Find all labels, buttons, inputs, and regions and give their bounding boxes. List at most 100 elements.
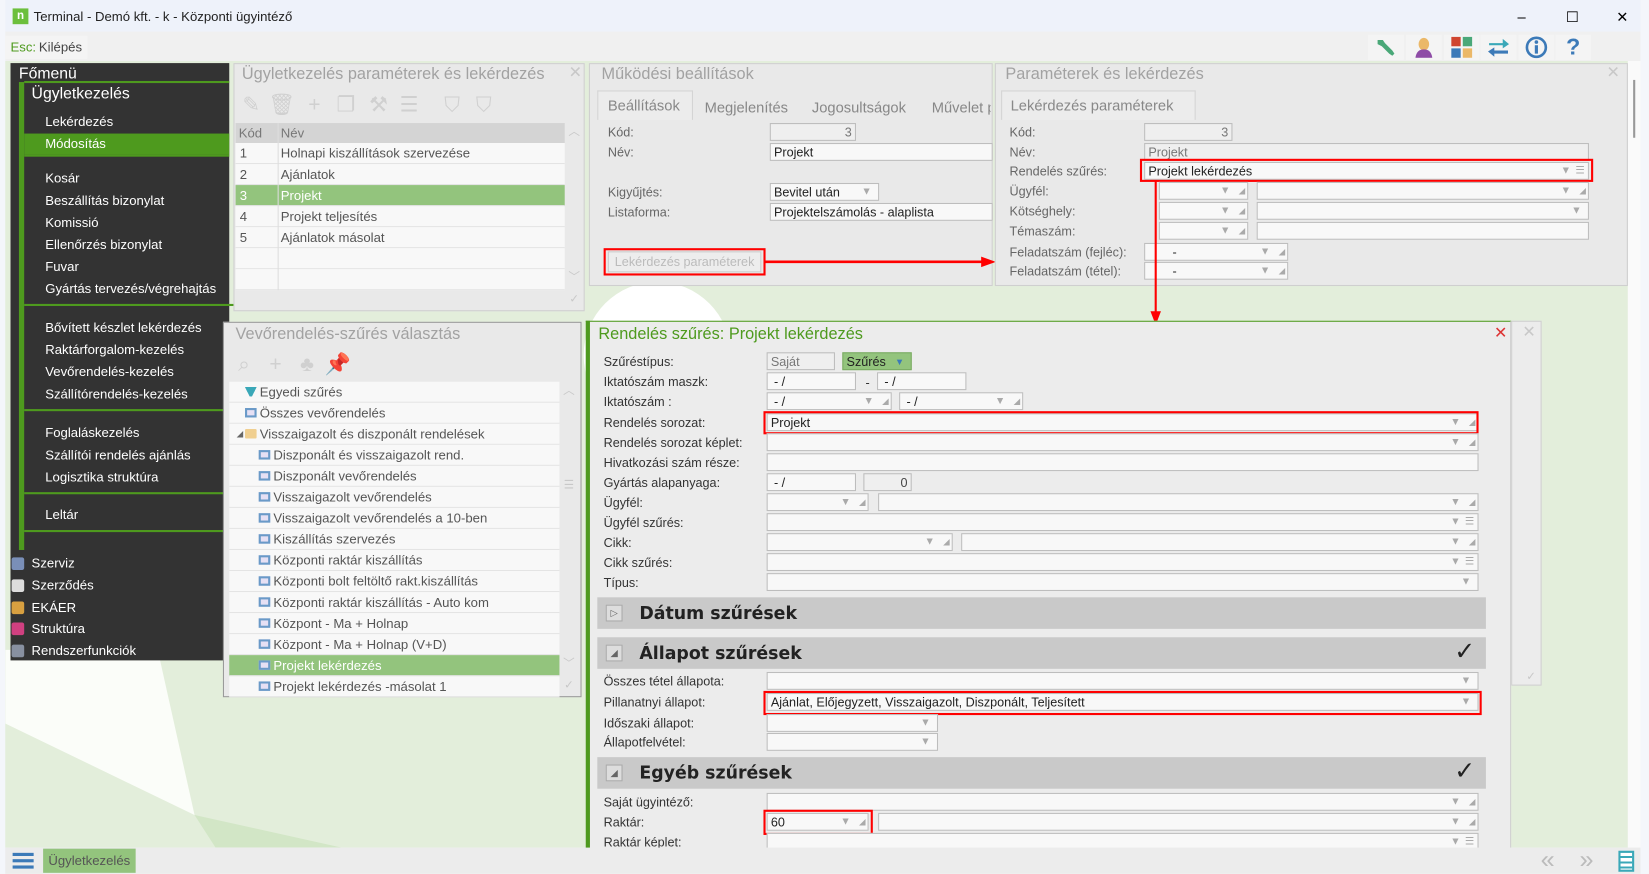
menu-item[interactable]: Szerviz — [32, 557, 75, 570]
tree-icon[interactable]: ♣ — [300, 354, 314, 375]
open-module-tab[interactable]: Ügyletkezelés — [43, 848, 136, 873]
list-icon[interactable]: ☰ — [1465, 514, 1474, 530]
dropdown-arrow-icon[interactable]: ▼ — [1450, 434, 1460, 450]
tab-permissions[interactable]: Jogosultságok — [812, 100, 906, 115]
expand-icon[interactable]: ▷ — [605, 604, 623, 622]
tab-display[interactable]: Megjelenítés — [705, 100, 788, 115]
section-date-filters[interactable]: ▷ Dátum szűrések — [597, 597, 1486, 629]
dropdown-arrow-icon[interactable]: ▼ — [920, 734, 930, 750]
maximize-button[interactable]: ☐ — [1566, 9, 1579, 24]
wrench-icon[interactable] — [1368, 34, 1404, 60]
table-row[interactable]: 5 Ajánlatok másolat — [235, 227, 565, 249]
reference-field[interactable] — [766, 453, 1479, 472]
menu-item[interactable]: Foglaláskezelés — [45, 426, 139, 439]
list-icon[interactable]: ☰ — [564, 480, 574, 492]
tree-item[interactable]: Egyedi szűrés — [229, 381, 560, 403]
list-form-field[interactable]: Projektelszámolás - alaplista — [769, 202, 993, 221]
query-params-button[interactable]: Lekérdezés paraméterek — [607, 251, 762, 273]
tree-item[interactable]: Központ - Ma + Holnap — [229, 613, 560, 635]
add-icon[interactable]: + — [308, 95, 320, 116]
dropdown-arrow-icon[interactable]: ▼ — [1561, 183, 1571, 199]
dropdown-arrow-icon[interactable]: ▼ — [1450, 534, 1460, 550]
search-icon[interactable]: ⌕ — [238, 354, 250, 375]
topic-code-select[interactable]: ▼ ◢ — [1158, 221, 1249, 240]
expanded-arrow-icon[interactable]: ◢ — [237, 424, 243, 445]
swap-arrows-icon[interactable] — [1480, 34, 1517, 60]
delete-icon[interactable]: 🗑 — [268, 95, 295, 116]
menu-item[interactable]: Szállítói rendelés ajánlás — [45, 448, 190, 461]
tree-item[interactable]: Diszponált és visszaigazolt rend. — [229, 444, 560, 466]
dropdown-arrow-icon[interactable]: ▼ — [1220, 223, 1230, 239]
tree-item[interactable]: Központi raktár kiszállítás - Auto kom — [229, 592, 560, 614]
dropdown-arrow-icon[interactable]: ▼ — [840, 494, 850, 510]
name-field[interactable]: Projekt — [769, 143, 993, 161]
current-status-select[interactable]: Ajánlat, Előjegyzett, Visszaigazolt, Dis… — [766, 693, 1479, 711]
tree-item[interactable]: Projekt lekérdezés -másolat 1 — [229, 676, 560, 698]
dropdown-arrow-icon[interactable]: ▼ — [920, 715, 930, 731]
edit-icon[interactable]: ✎ — [243, 95, 261, 116]
table-row[interactable]: 2 Ajánlatok — [235, 164, 565, 186]
tools-icon[interactable]: ⚒ — [369, 95, 388, 116]
dropdown-arrow-icon[interactable]: ▼ — [1450, 554, 1460, 570]
tab-settings-label[interactable]: Beállítások — [608, 98, 680, 113]
collapse-icon[interactable]: ◢ — [605, 644, 623, 662]
dropdown-arrow-icon[interactable]: ▼ — [861, 184, 871, 200]
task-header-select[interactable]: - ▼ ◢ — [1144, 242, 1289, 261]
exit-button[interactable]: Esc: Kilépés — [5, 35, 88, 59]
filter-type-own[interactable]: Saját — [766, 352, 835, 371]
copy-icon[interactable]: ❐ — [337, 95, 356, 116]
menu-item[interactable]: Módosítás — [45, 137, 106, 150]
hamburger-menu-icon[interactable] — [12, 852, 34, 869]
item-code-select[interactable]: ▼ ◢ — [766, 533, 953, 552]
scroll-down-icon[interactable]: ﹀ — [568, 271, 580, 284]
dropdown-arrow-icon[interactable]: ▼ — [995, 393, 1005, 409]
close-icon[interactable]: ✕ — [1607, 65, 1620, 81]
scroll-down-icon[interactable]: ﹀ — [563, 658, 575, 671]
add-icon[interactable]: + — [269, 354, 281, 375]
close-icon[interactable]: ✕ — [569, 65, 582, 81]
tree-item[interactable]: Összes vevőrendelés — [229, 402, 560, 424]
dropdown-arrow-icon[interactable]: ▼ — [1450, 514, 1460, 530]
menu-item[interactable]: EKÁER — [32, 601, 77, 614]
tab-query-params-label[interactable]: Lekérdezés paraméterek — [1011, 98, 1174, 113]
menu-item[interactable]: Rendszerfunkciók — [32, 645, 136, 658]
confirm-icon[interactable]: ✓ — [564, 679, 574, 692]
table-row[interactable]: 1 Holnapi kiszállítások szervezése — [235, 143, 565, 165]
table-row[interactable]: 4 Projekt teljesítés — [235, 206, 565, 228]
type-select[interactable]: ▼ — [766, 573, 1479, 591]
dropdown-arrow-icon[interactable]: ▼ — [1260, 244, 1270, 260]
tree-item[interactable]: Központi bolt feltöltő rakt.kiszállítás — [229, 571, 560, 593]
list-icon[interactable]: ☰ — [1575, 163, 1584, 179]
close-icon[interactable]: ✕ — [1494, 325, 1507, 341]
production-material-field[interactable]: - / — [766, 473, 857, 492]
dropdown-arrow-icon[interactable]: ▼ — [1260, 263, 1270, 279]
status-record-select[interactable]: ▼ — [766, 732, 939, 751]
dropdown-arrow-icon[interactable]: ▼ — [840, 814, 850, 830]
main-menu-title[interactable]: Főmenü — [19, 66, 77, 82]
tree-item[interactable]: ◢ Visszaigazolt és diszponált rendelések — [229, 423, 560, 445]
next-icon[interactable]: » — [1580, 847, 1594, 873]
tree-item[interactable]: Diszponált vevőrendelés — [229, 465, 560, 487]
menu-item[interactable]: Vevőrendelés-kezelés — [45, 365, 174, 378]
scroll-up-icon[interactable]: ︿ — [563, 385, 575, 397]
table-row[interactable] — [235, 248, 565, 270]
confirm-icon[interactable]: ✓ — [569, 293, 579, 306]
all-items-status-select[interactable]: ▼ — [766, 671, 1479, 690]
order-series-select[interactable]: Projekt ▼ ◢ — [766, 413, 1479, 432]
minimize-button[interactable]: – — [1517, 9, 1525, 24]
filter-icon[interactable]: ⛉ — [444, 95, 460, 116]
dropdown-arrow-icon[interactable]: ▼ — [1450, 814, 1460, 830]
clear-filter-icon[interactable]: ⛉ — [476, 95, 492, 116]
menu-item[interactable]: Szerződés — [32, 579, 94, 592]
dropdown-arrow-icon[interactable]: ▼ — [1450, 414, 1460, 430]
menu-item[interactable]: Bővített készlet lekérdezés — [45, 321, 201, 334]
reg-mask-to[interactable]: - / — [877, 372, 967, 391]
dropdown-arrow-icon[interactable]: ▼ — [1450, 794, 1460, 810]
menu-item[interactable]: Lekérdezés — [45, 115, 113, 128]
pin-icon[interactable]: 📌 — [324, 354, 350, 375]
dropdown-arrow-icon[interactable]: ▼ — [1461, 574, 1471, 590]
close-icon[interactable]: ✕ — [1522, 324, 1535, 340]
cost-center-code-select[interactable]: ▼ ◢ — [1158, 201, 1249, 220]
tree-item[interactable]: Kiszállítás szervezés — [229, 528, 560, 550]
reg-mask-from[interactable]: - / — [766, 372, 857, 391]
